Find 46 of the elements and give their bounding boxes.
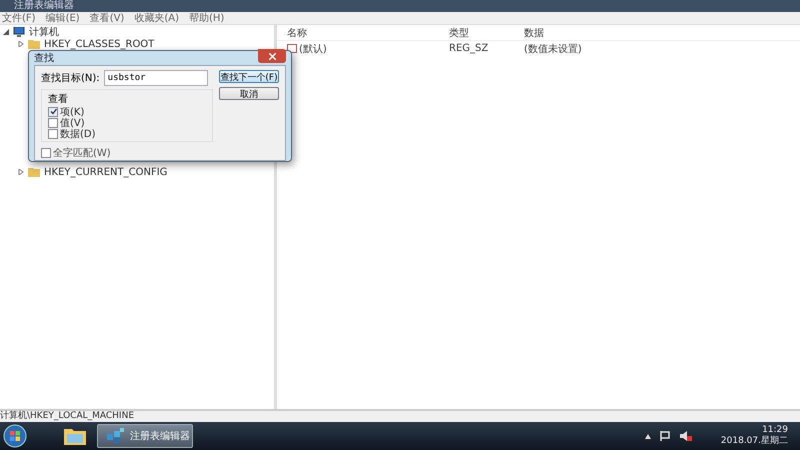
- checkbox[interactable]: [48, 118, 58, 128]
- menu-item[interactable]: 编辑(E): [46, 11, 80, 25]
- registry-cubes-icon: [106, 428, 124, 444]
- checkbox-label: 全字匹配(W): [53, 146, 111, 160]
- checkbox-label: 项(K): [60, 106, 84, 118]
- show-hidden-icons-icon[interactable]: [644, 434, 651, 438]
- checkbox[interactable]: [41, 148, 51, 158]
- column-header[interactable]: 数据: [524, 26, 544, 40]
- menu-item[interactable]: 收藏夹(A): [134, 11, 179, 25]
- menu-item[interactable]: 帮助(H): [189, 11, 224, 25]
- folder-icon: [28, 167, 40, 177]
- checkbox[interactable]: [48, 106, 58, 116]
- menu-item[interactable]: 文件(F): [2, 11, 36, 25]
- table-cell-text: (默认): [299, 42, 327, 56]
- table-cell: REG_SZ: [449, 43, 488, 54]
- column-header[interactable]: 名称: [277, 26, 449, 40]
- computer-icon: [13, 26, 25, 38]
- dialog-button[interactable]: 取消: [219, 87, 279, 100]
- muted-speaker-icon[interactable]: [678, 430, 693, 442]
- tree-item[interactable]: 计算机: [29, 25, 59, 39]
- start-button[interactable]: [3, 424, 27, 448]
- folder-icon[interactable]: [63, 426, 87, 446]
- taskbar-app-button[interactable]: 注册表编辑器: [97, 424, 193, 448]
- group-title: 查看: [48, 92, 69, 106]
- checkbox-label: 数据(D): [60, 127, 96, 140]
- clock-date[interactable]: 2018.07.星期二: [720, 436, 788, 447]
- column-header[interactable]: 类型: [449, 26, 524, 40]
- tree-item[interactable]: HKEY_CURRENT_CONFIG: [44, 166, 168, 178]
- expander-icon[interactable]: [18, 41, 24, 47]
- checkbox[interactable]: [48, 128, 58, 138]
- menu-item[interactable]: 查看(V): [90, 11, 124, 25]
- dialog-title: 查找: [34, 52, 54, 65]
- close-button[interactable]: [258, 49, 286, 63]
- dialog-button[interactable]: 查找下一个(F): [219, 70, 279, 83]
- checkbox-label: 值(V): [60, 116, 85, 128]
- field-label: 查找目标(N):: [41, 72, 100, 85]
- tree-item[interactable]: HKEY_CLASSES_ROOT: [44, 38, 154, 50]
- table-cell-text: (数值未设置): [524, 42, 582, 56]
- status-text: 计算机\HKEY_LOCAL_MACHINE: [0, 411, 134, 421]
- flag-icon[interactable]: [658, 430, 671, 442]
- string-value-icon: [287, 44, 297, 53]
- expander-icon[interactable]: [3, 29, 9, 35]
- close-icon: [268, 52, 276, 60]
- clock-time[interactable]: 11:29: [762, 425, 788, 436]
- input-field[interactable]: usbstor: [104, 70, 208, 86]
- expander-icon[interactable]: [18, 169, 24, 175]
